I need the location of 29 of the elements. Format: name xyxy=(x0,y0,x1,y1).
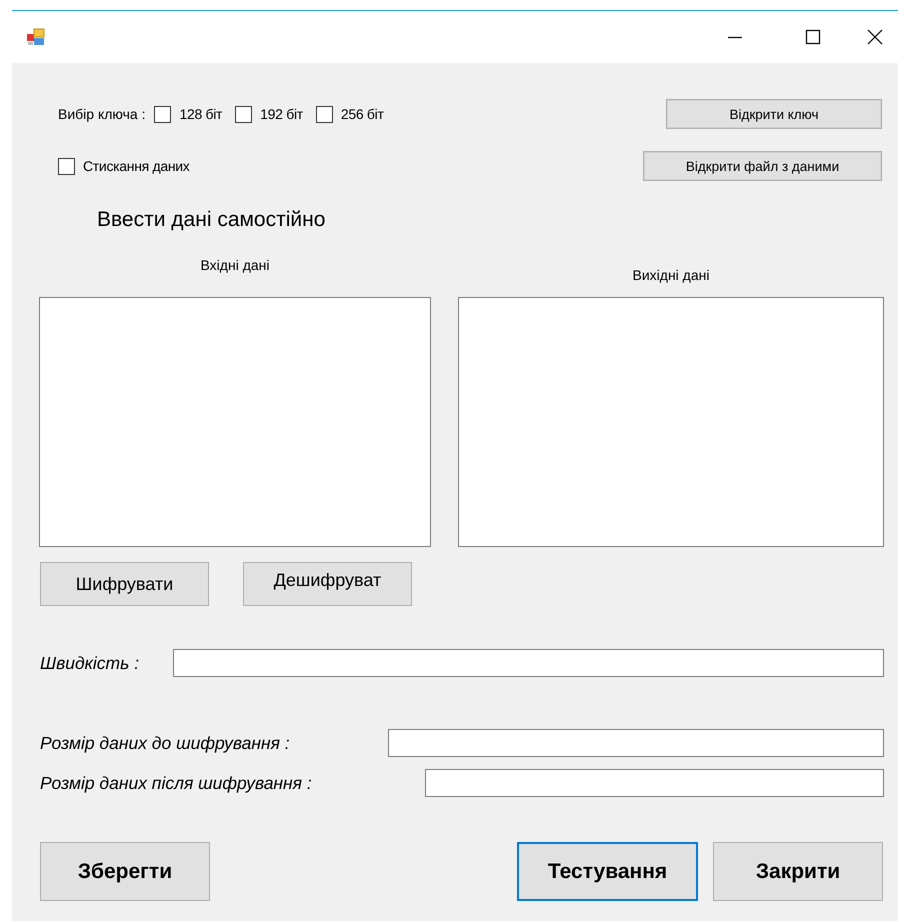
section-heading: Ввести дані самостійно xyxy=(97,207,326,233)
field-label: Розмір даних до шифрування : xyxy=(40,732,291,754)
close-form-button[interactable]: Закрити xyxy=(713,842,883,901)
input-field[interactable] xyxy=(425,769,884,797)
app-icon xyxy=(27,28,47,46)
checkbox-label: 256 біт xyxy=(340,106,384,122)
input-text-area[interactable] xyxy=(39,297,431,547)
decrypt-button[interactable]: Дешифруват xyxy=(243,562,412,606)
panel-label: Вхідні дані xyxy=(200,256,270,274)
key-selection-label: Вибір ключа : xyxy=(58,106,146,122)
checkbox[interactable] xyxy=(235,106,252,122)
checkbox-label: 128 біт xyxy=(179,106,222,122)
testing-button[interactable]: Тестування xyxy=(517,842,698,901)
checkbox-label: Стискання даних xyxy=(83,158,190,174)
input-field[interactable] xyxy=(388,729,884,757)
open-key-button[interactable]: Відкрити ключ xyxy=(666,99,882,129)
field-label: Розмір даних після шифрування : xyxy=(40,772,313,794)
maximize-icon[interactable] xyxy=(805,29,821,45)
close-icon[interactable] xyxy=(867,29,883,45)
checkbox[interactable] xyxy=(58,158,75,174)
panel-label: Вихідні дані xyxy=(632,266,710,284)
field-label: Швидкість : xyxy=(40,652,140,674)
checkbox-label: 192 біт xyxy=(260,106,303,122)
open-file-button[interactable]: Відкрити файл з даними xyxy=(643,151,882,181)
save-button[interactable]: Зберегти xyxy=(40,842,210,901)
checkbox[interactable] xyxy=(316,106,333,122)
input-field[interactable] xyxy=(173,649,884,677)
checkbox[interactable] xyxy=(154,106,172,122)
encrypt-button[interactable]: Шифрувати xyxy=(40,562,209,606)
